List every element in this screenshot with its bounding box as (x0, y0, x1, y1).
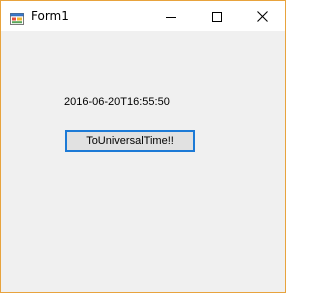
minimize-icon (166, 7, 176, 26)
close-button[interactable] (239, 1, 285, 31)
app-window: Form1 2016-06-20T16:55:50 ToUniversalTim… (0, 0, 286, 293)
date-time-label: 2016-06-20T16:55:50 (64, 96, 170, 108)
maximize-button[interactable] (194, 1, 240, 31)
maximize-icon (212, 7, 222, 26)
close-icon (256, 7, 268, 26)
minimize-button[interactable] (148, 1, 194, 31)
window-title: Form1 (31, 9, 69, 23)
form-client-area: 2016-06-20T16:55:50 ToUniversalTime!! (1, 31, 285, 292)
title-bar[interactable]: Form1 (1, 1, 285, 31)
to-universal-time-button[interactable]: ToUniversalTime!! (65, 130, 195, 152)
button-label: ToUniversalTime!! (86, 135, 174, 147)
app-icon (10, 10, 24, 25)
